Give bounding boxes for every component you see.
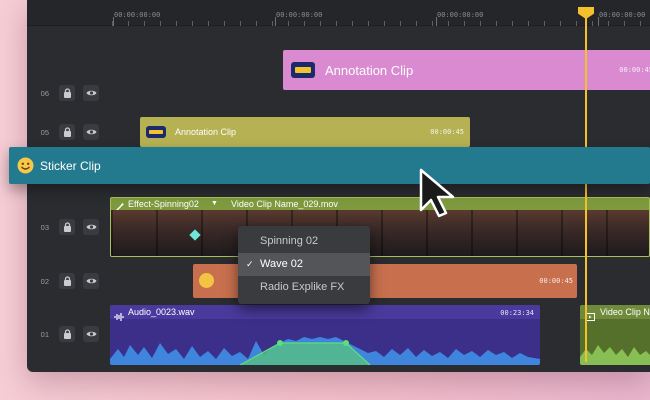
annotation-clip-top[interactable]: Annotation Clip 00:00:45 — [283, 50, 650, 90]
track-header: 06 — [27, 80, 107, 106]
audio-clip-name: Audio_0023.wav — [128, 307, 195, 317]
track-number: 01 — [40, 329, 49, 339]
lock-icon[interactable] — [59, 326, 75, 342]
ruler-major-tick — [113, 17, 114, 26]
audio-waveform — [580, 345, 650, 365]
video-clip-name: Video Clip Name_029.mov — [231, 199, 338, 209]
ruler-timecode: 00:00:00:00 — [276, 11, 323, 19]
timeline-ruler[interactable]: 00:00:00:00 00:00:00:00 00:00:00:00 00:0… — [27, 0, 650, 26]
lock-icon[interactable] — [59, 85, 75, 101]
ruler-timecode: 00:00:00:00 — [599, 11, 646, 19]
clip-duration: 00:00:45 — [619, 66, 650, 74]
track-number: 05 — [40, 127, 49, 137]
lock-icon[interactable] — [59, 124, 75, 140]
emoji-icon — [17, 157, 34, 174]
cursor-arrow-icon — [419, 168, 455, 218]
chevron-down-icon[interactable]: ▼ — [211, 200, 218, 207]
eye-icon[interactable] — [83, 219, 99, 235]
track-number: 06 — [40, 88, 49, 98]
ruler-major-tick — [436, 17, 437, 26]
track-header: 03 — [27, 214, 107, 240]
dropdown-option[interactable]: Radio Explike FX — [238, 276, 370, 299]
track-header: 01 — [27, 321, 107, 347]
eye-icon[interactable] — [83, 124, 99, 140]
dropdown-option-selected[interactable]: ✓ Wave 02 — [238, 253, 370, 276]
playhead[interactable] — [585, 7, 587, 362]
clip-title: Sticker Clip — [40, 159, 101, 173]
ruler-timecode: 00:00:00:00 — [437, 11, 484, 19]
lock-icon[interactable] — [59, 219, 75, 235]
track-header: 02 — [27, 268, 107, 294]
eye-icon[interactable] — [83, 85, 99, 101]
ruler-timecode: 00:00:00:00 — [114, 11, 161, 19]
dropdown-option[interactable]: Spinning 02 — [238, 230, 370, 253]
timeline-editor: 00:00:00:00 00:00:00:00 00:00:00:00 00:0… — [27, 0, 650, 372]
track-header: 05 — [27, 119, 107, 145]
clip-duration: 00:00:45 — [430, 128, 464, 136]
ruler-major-tick — [275, 17, 276, 26]
clip-duration: 00:23:34 — [500, 309, 534, 317]
clip-duration: 00:00:45 — [539, 277, 573, 285]
clip-title: Annotation Clip — [175, 127, 237, 137]
effect-name[interactable]: Effect-Spinning02 — [128, 199, 199, 209]
check-icon: ✓ — [246, 259, 254, 269]
video-clip[interactable]: Effect-Spinning02 ▼ Video Clip Name_029.… — [110, 197, 650, 257]
audio-waveform — [110, 337, 540, 365]
ruler-ticks — [112, 21, 650, 26]
video-clip-name: Video Clip N — [600, 307, 650, 317]
clip-title: Annotation Clip — [325, 63, 414, 78]
lock-icon[interactable] — [59, 273, 75, 289]
emoji-icon — [199, 273, 214, 288]
annotation-clip-mid[interactable]: Annotation Clip 00:00:45 — [140, 117, 470, 147]
ruler-major-tick — [598, 17, 599, 26]
effect-dropdown-menu: Spinning 02 ✓ Wave 02 Radio Explike FX — [238, 226, 370, 304]
eye-icon[interactable] — [83, 273, 99, 289]
track-number: 02 — [40, 276, 49, 286]
audio-clip[interactable]: Audio_0023.wav 00:23:34 — [110, 305, 540, 365]
eye-icon[interactable] — [83, 326, 99, 342]
annotation-badge-icon — [291, 62, 315, 78]
annotation-badge-icon — [146, 126, 166, 138]
track-number: 03 — [40, 222, 49, 232]
video-clip-right[interactable]: Video Clip N — [580, 305, 650, 365]
sticker-clip[interactable]: Sticker Clip — [9, 147, 650, 184]
